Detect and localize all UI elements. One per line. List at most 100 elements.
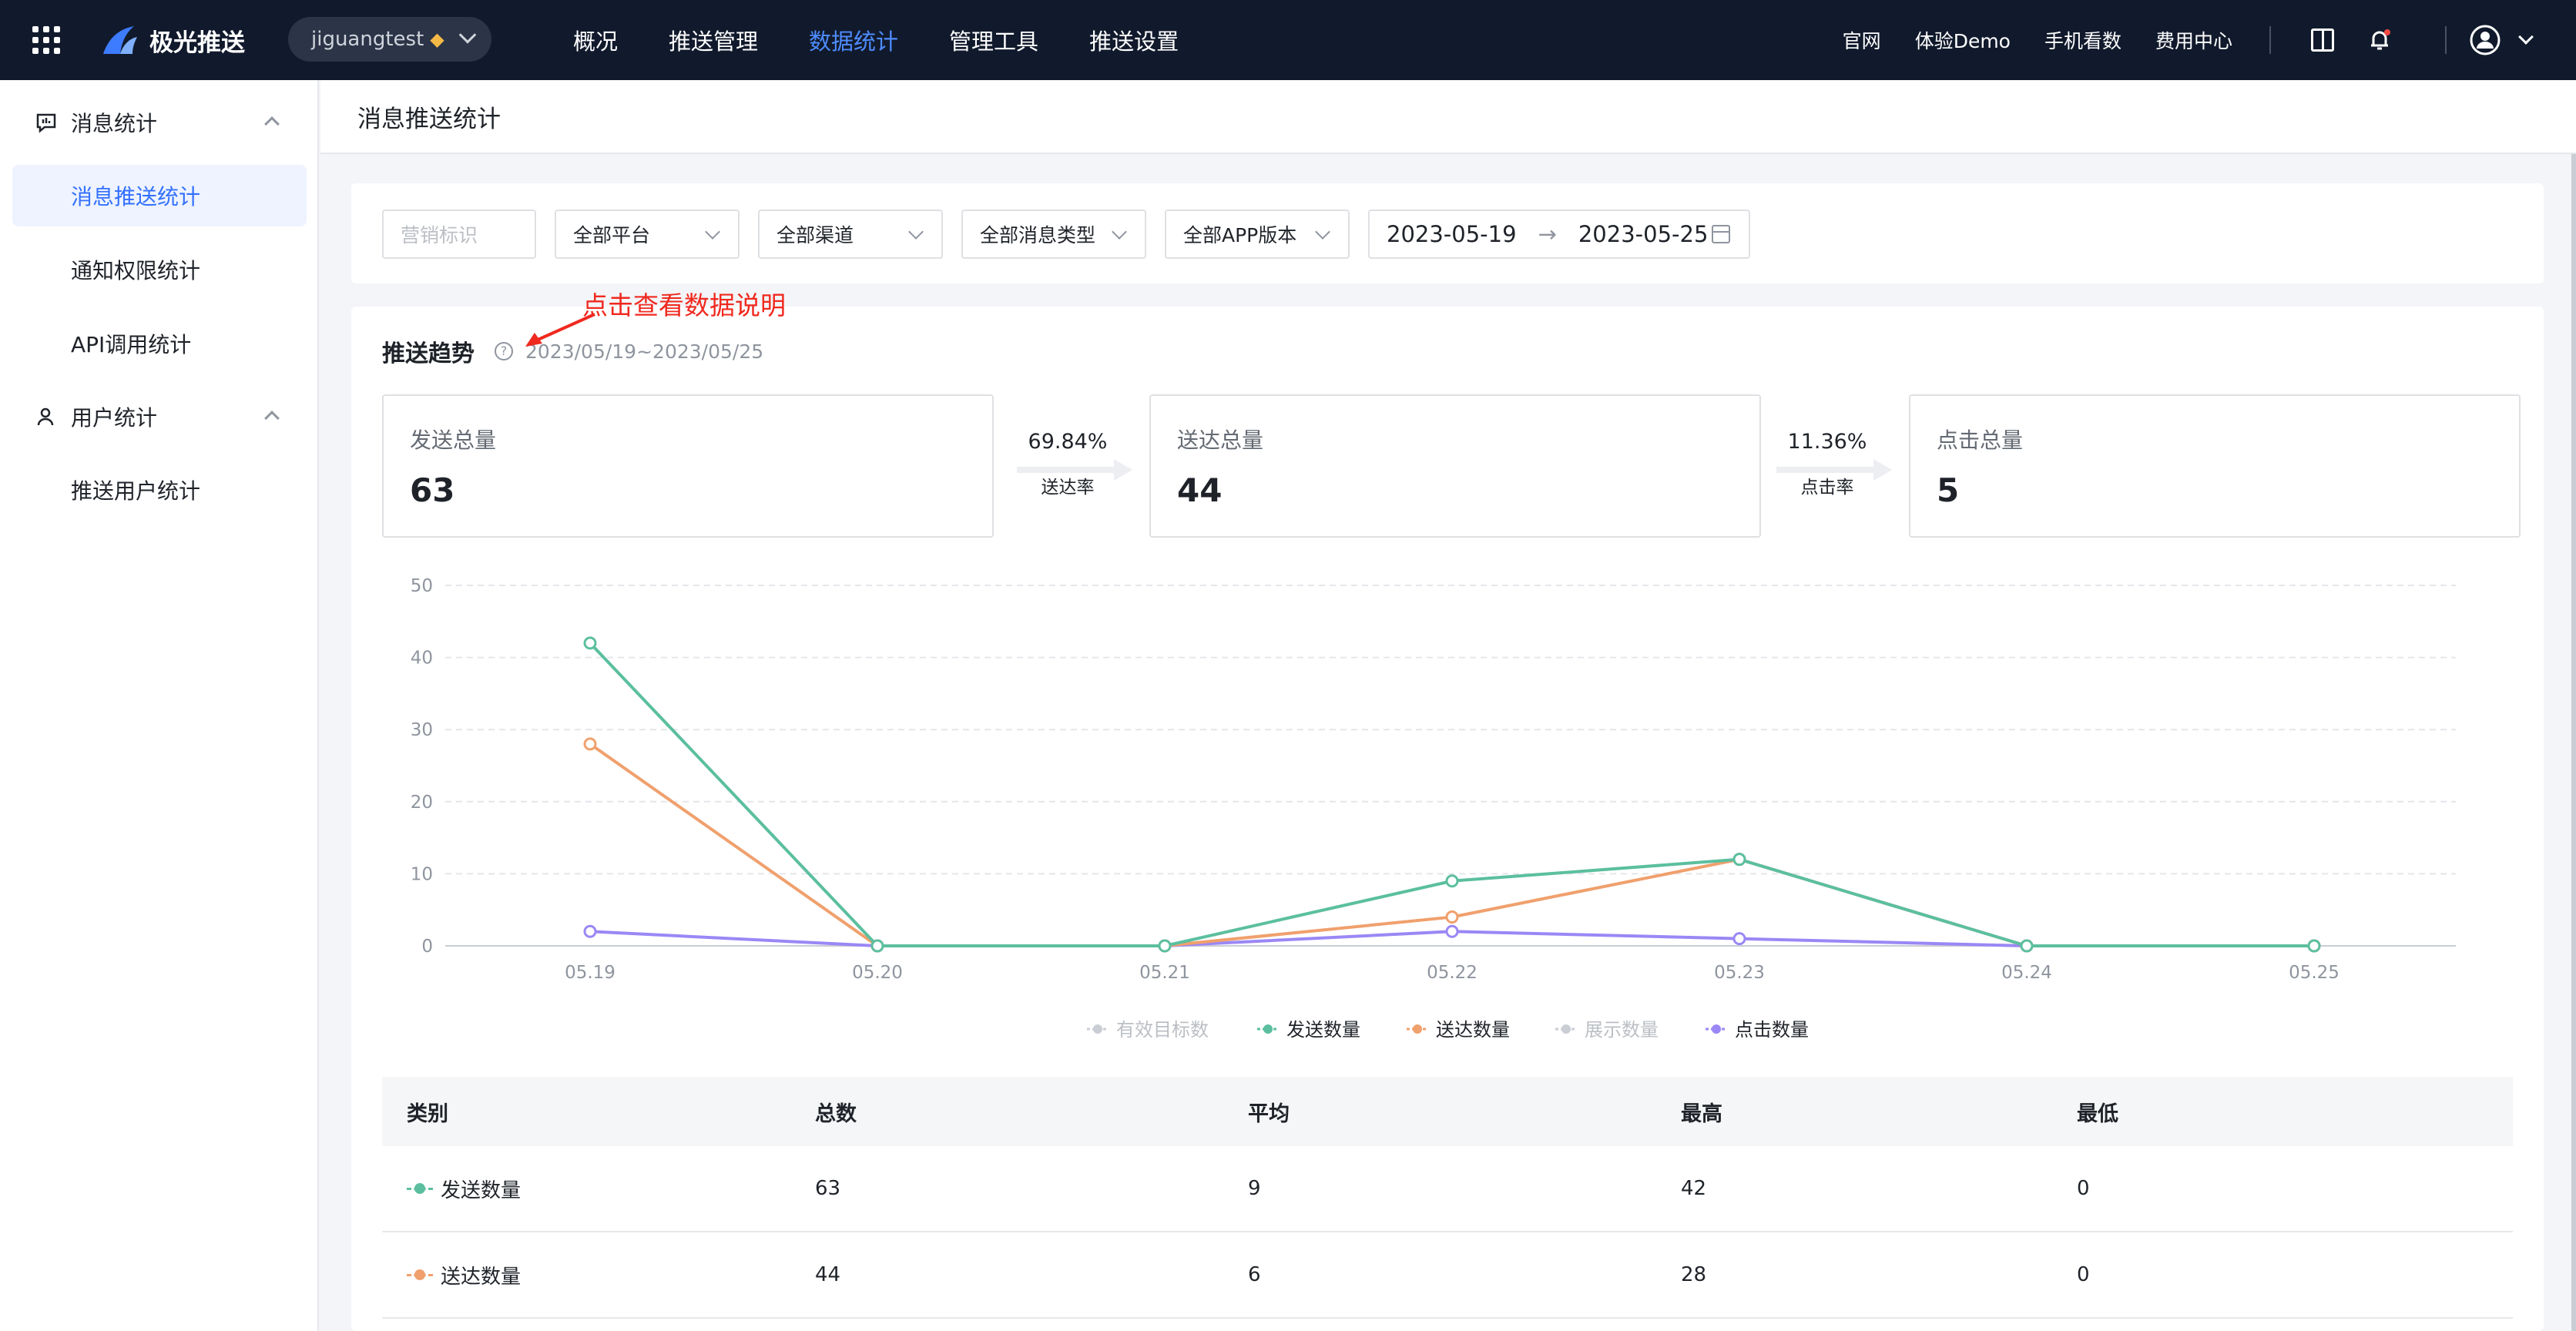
legend-item[interactable]: 展示数量 [1585, 1019, 1659, 1041]
link-official-site[interactable]: 官网 [1843, 26, 1881, 54]
app-switcher[interactable]: jiguangtest ◆ [288, 17, 491, 62]
push-trend-card: 推送趋势 ? 2023/05/19~2023/05/25 点击查看数据说明 发送… [351, 290, 2544, 1331]
chevron-down-icon [908, 224, 924, 240]
legend-item[interactable]: 送达数量 [1436, 1019, 1510, 1041]
section-title: 推送趋势 [382, 340, 475, 367]
legend-marker [1712, 1024, 1721, 1034]
data-point [1732, 853, 1746, 867]
legend-item[interactable]: 发送数量 [1286, 1019, 1360, 1041]
stat-label: 送达总量 [1177, 427, 1264, 453]
row-category: 发送数量 [441, 1178, 522, 1202]
docs-book-icon[interactable] [2311, 28, 2334, 52]
sidebar-group-user-stats[interactable]: 用户统计 [0, 390, 319, 444]
chevron-down-icon [1112, 224, 1127, 240]
diamond-icon: ◆ [430, 28, 444, 50]
col-max: 最高 [1681, 1101, 1722, 1126]
x-tick-label: 05.19 [565, 963, 615, 983]
marketing-tag-input[interactable]: 营销标识 [382, 210, 536, 259]
scrollbar[interactable] [2571, 154, 2576, 1331]
nav-management-tools[interactable]: 管理工具 [949, 24, 1038, 56]
platform-select[interactable]: 全部平台 [555, 210, 740, 259]
sidebar-group-label: 消息统计 [71, 111, 158, 136]
y-tick-label: 40 [411, 649, 433, 669]
arrow-right-icon [1776, 459, 1892, 481]
data-point [1158, 939, 1172, 953]
top-navbar: 极光推送 jiguangtest ◆ 概况 推送管理 数据统计 管理工具 推送设… [0, 0, 2576, 80]
col-category: 类别 [407, 1101, 448, 1126]
app-version-select[interactable]: 全部APP版本 [1165, 210, 1350, 259]
date-range-picker[interactable]: 2023-05-19 → 2023-05-25 [1368, 210, 1750, 259]
row-total: 44 [815, 1263, 841, 1286]
row-category-cell: 送达数量 [382, 1261, 815, 1289]
col-average: 平均 [1248, 1101, 1290, 1126]
table-row: 发送数量 63 9 42 0 [382, 1146, 2513, 1232]
data-point [583, 636, 597, 650]
link-demo[interactable]: 体验Demo [1915, 26, 2011, 54]
app-version-select-value: 全部APP版本 [1183, 224, 1297, 246]
help-question-icon[interactable]: ? [495, 342, 513, 360]
sidebar-item-label: 消息推送统计 [71, 184, 201, 210]
chevron-down-icon[interactable] [2518, 29, 2534, 45]
message-type-select[interactable]: 全部消息类型 [961, 210, 1146, 259]
sidebar-item-notification-permission-stats[interactable]: 通知权限统计 [12, 239, 307, 300]
legend-item[interactable]: 点击数量 [1735, 1019, 1809, 1041]
message-type-select-value: 全部消息类型 [980, 224, 1096, 246]
nav-data-statistics[interactable]: 数据统计 [809, 24, 898, 56]
table-row: 送达数量 44 6 28 0 [382, 1232, 2513, 1319]
data-point [870, 939, 884, 953]
sidebar: 消息统计 消息推送统计 通知权限统计 API调用统计 用户统计 推送用户统计 [0, 80, 319, 1331]
data-point [1732, 932, 1746, 946]
user-avatar-icon[interactable] [2470, 25, 2501, 55]
arrow-right-icon: → [1538, 221, 1557, 247]
notification-bell-icon[interactable] [2368, 28, 2391, 52]
nav-overview[interactable]: 概况 [573, 24, 618, 56]
y-tick-label: 50 [411, 576, 433, 596]
sidebar-item-push-user-stats[interactable]: 推送用户统计 [12, 459, 307, 521]
link-billing[interactable]: 费用中心 [2155, 26, 2232, 54]
sidebar-item-api-call-stats[interactable]: API调用统计 [12, 313, 307, 374]
channel-select[interactable]: 全部渠道 [758, 210, 943, 259]
date-end: 2023-05-25 [1578, 221, 1709, 247]
y-tick-label: 30 [411, 720, 433, 740]
legend-marker [1561, 1024, 1571, 1034]
annotation-text: 点击查看数据说明 [582, 290, 786, 320]
stat-label: 发送总量 [410, 427, 497, 453]
row-category-cell: 发送数量 [382, 1175, 815, 1203]
x-tick-label: 05.22 [1427, 963, 1478, 983]
nav-push-management[interactable]: 推送管理 [669, 24, 758, 56]
series-marker-icon [407, 1269, 433, 1280]
data-point [2307, 939, 2321, 953]
aurora-logo-icon [103, 26, 137, 54]
data-point [2020, 939, 2034, 953]
data-point [1445, 874, 1459, 888]
data-point [583, 737, 597, 751]
calendar-icon [1712, 225, 1730, 243]
push-trend-line-chart: 0 10 20 30 40 50 05.19 05.20 05.21 05.22 05.23 05.2… [411, 576, 2456, 1041]
sidebar-item-label: 通知权限统计 [71, 258, 201, 283]
sidebar-item-message-push-stats[interactable]: 消息推送统计 [12, 165, 307, 226]
sidebar-group-label: 用户统计 [71, 405, 158, 431]
message-chart-icon [36, 113, 56, 133]
legend-marker [1093, 1024, 1102, 1034]
app-name: jiguangtest [311, 28, 424, 51]
row-min: 0 [2077, 1263, 2090, 1286]
brand-logo[interactable]: 极光推送 [100, 22, 245, 59]
row-max: 28 [1681, 1263, 1707, 1286]
rate-value: 69.84% [1028, 430, 1108, 454]
chevron-down-icon [1315, 224, 1330, 240]
sidebar-item-label: API调用统计 [71, 332, 192, 357]
app-grid-icon[interactable] [32, 26, 60, 54]
sidebar-group-message-stats[interactable]: 消息统计 [0, 96, 319, 149]
link-mobile-view[interactable]: 手机看数 [2044, 26, 2122, 54]
filter-bar: 营销标识 全部平台 全部渠道 全部消息类型 全部APP版本 2023-05-19… [351, 183, 2544, 283]
sidebar-item-label: 推送用户统计 [71, 478, 201, 504]
chevron-down-icon [705, 224, 720, 240]
legend-marker [1413, 1024, 1422, 1034]
x-tick-label: 05.24 [2001, 963, 2052, 983]
brand-name: 极光推送 [149, 28, 245, 57]
legend-marker [1263, 1024, 1273, 1034]
chevron-down-icon [458, 26, 477, 44]
legend-item[interactable]: 有效目标数 [1116, 1019, 1209, 1041]
row-average: 9 [1248, 1177, 1261, 1200]
nav-push-settings[interactable]: 推送设置 [1089, 24, 1179, 56]
